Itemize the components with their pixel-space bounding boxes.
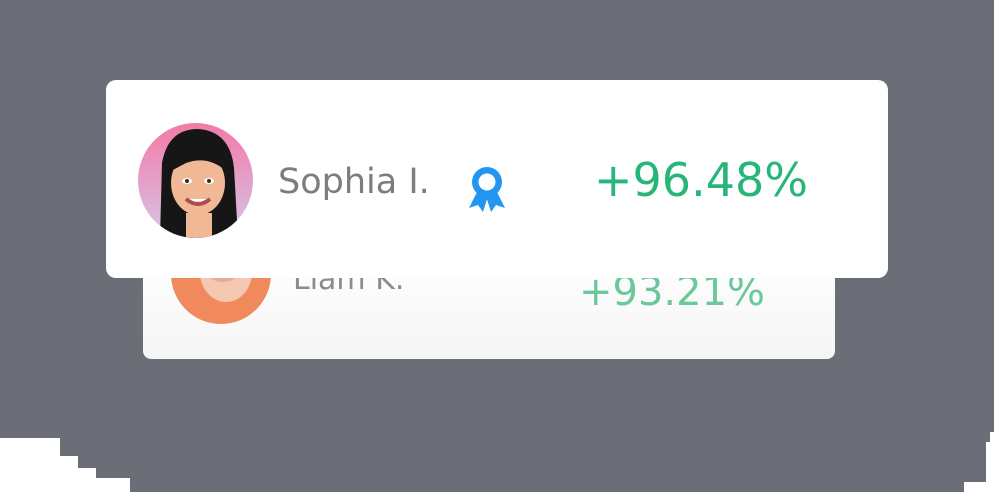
background-corner-shape-left bbox=[0, 438, 130, 492]
entry-percentage: +96.48% bbox=[594, 153, 808, 207]
award-ribbon-icon bbox=[462, 164, 512, 214]
entry-name: Sophia I. bbox=[278, 162, 430, 202]
background-corner-shape-right bbox=[964, 432, 994, 492]
leaderboard-card-top[interactable]: Sophia I. +96.48% bbox=[106, 80, 888, 278]
avatar-sophia bbox=[138, 123, 253, 238]
